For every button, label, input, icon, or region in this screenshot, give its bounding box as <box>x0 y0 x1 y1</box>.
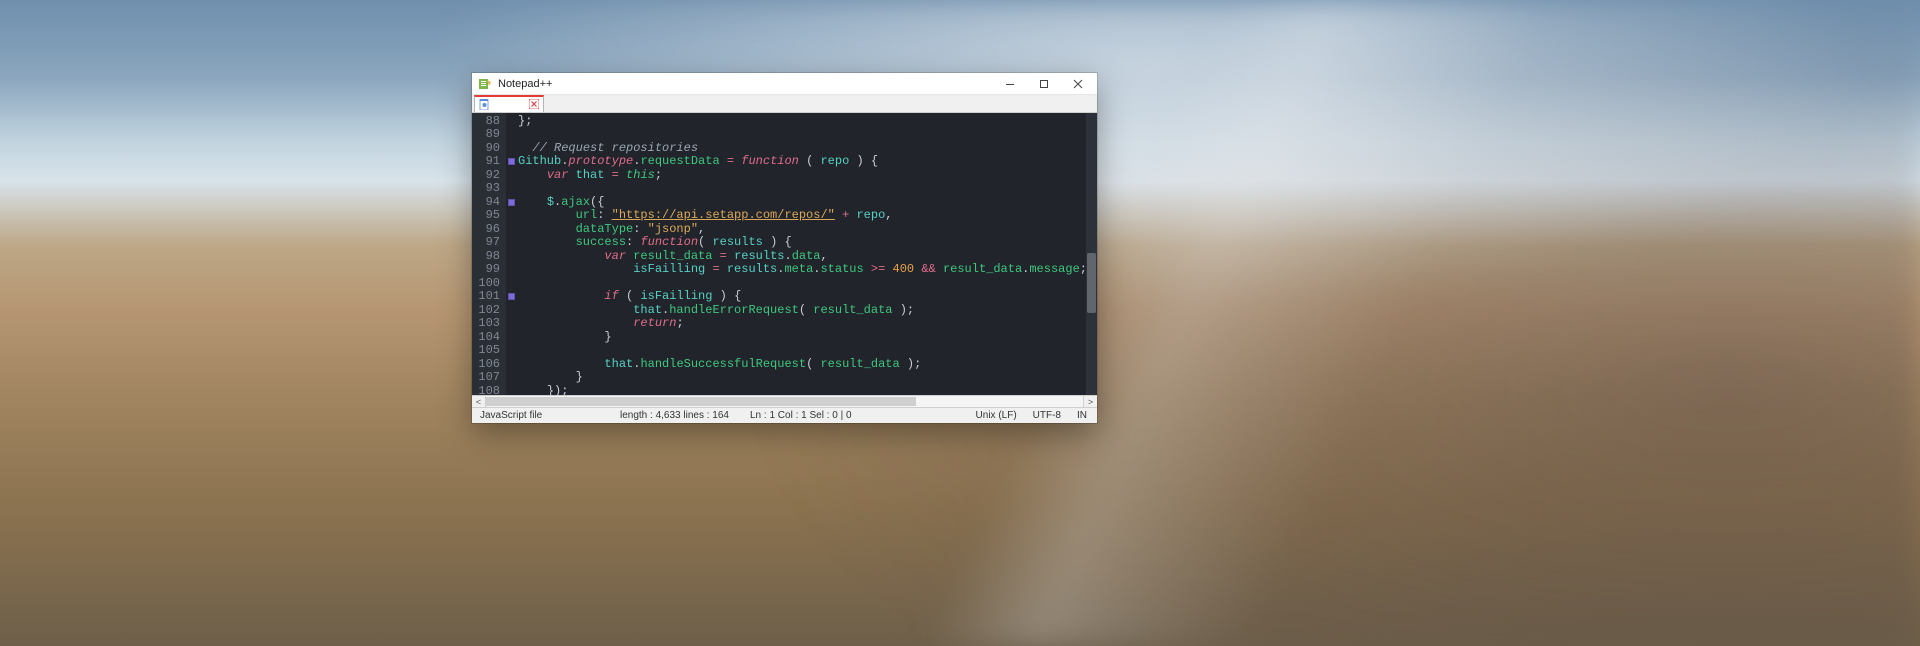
status-encoding: UTF-8 <box>1025 410 1069 421</box>
fold-marker-icon[interactable] <box>508 158 515 165</box>
code-line[interactable]: isFailling = results.meta.status >= 400 … <box>518 263 1086 277</box>
status-eol: Unix (LF) <box>968 410 1025 421</box>
code-line[interactable] <box>518 128 1086 142</box>
status-insert-mode: IN <box>1069 410 1097 421</box>
line-number: 105 <box>476 344 500 358</box>
code-line[interactable]: // Request repositories <box>518 142 1086 156</box>
status-bar: JavaScript file length : 4,633 lines : 1… <box>472 407 1097 423</box>
file-icon <box>479 99 490 110</box>
code-line[interactable]: } <box>518 371 1086 385</box>
line-number: 89 <box>476 128 500 142</box>
line-number: 99 <box>476 263 500 277</box>
notepad-window: Notepad++ <box>472 73 1097 423</box>
document-tab[interactable] <box>474 95 544 112</box>
status-position: Ln : 1 Col : 1 Sel : 0 | 0 <box>742 410 892 421</box>
code-line[interactable]: } <box>518 331 1086 345</box>
line-number: 91 <box>476 155 500 169</box>
app-icon <box>478 77 492 91</box>
horizontal-scrollbar[interactable]: < > <box>472 395 1097 407</box>
line-number: 102 <box>476 304 500 318</box>
close-button[interactable] <box>1061 73 1095 95</box>
titlebar[interactable]: Notepad++ <box>472 73 1097 95</box>
line-number-gutter: 8889909192939495969798991001011021031041… <box>472 113 506 396</box>
line-number: 103 <box>476 317 500 331</box>
code-line[interactable]: success: function( results ) { <box>518 236 1086 250</box>
line-number: 92 <box>476 169 500 183</box>
code-line[interactable]: var that = this; <box>518 169 1086 183</box>
status-length: length : 4,633 lines : 164 <box>612 410 742 421</box>
maximize-button[interactable] <box>1027 73 1061 95</box>
code-line[interactable] <box>518 277 1086 291</box>
line-number: 107 <box>476 371 500 385</box>
code-line[interactable] <box>518 182 1086 196</box>
horizontal-scrollbar-thumb[interactable] <box>486 397 916 406</box>
horizontal-scroll-track[interactable] <box>486 396 1083 407</box>
code-line[interactable]: var result_data = results.data, <box>518 250 1086 264</box>
line-number: 101 <box>476 290 500 304</box>
code-line[interactable]: url: "https://api.setapp.com/repos/" + r… <box>518 209 1086 223</box>
code-line[interactable]: $.ajax({ <box>518 196 1086 210</box>
code-line[interactable]: that.handleSuccessfulRequest( result_dat… <box>518 358 1086 372</box>
code-line[interactable]: dataType: "jsonp", <box>518 223 1086 237</box>
scroll-right-icon[interactable]: > <box>1083 396 1097 407</box>
window-title: Notepad++ <box>498 78 552 90</box>
fold-marker-icon[interactable] <box>508 199 515 206</box>
tab-close-icon[interactable] <box>529 99 539 109</box>
minimize-button[interactable] <box>993 73 1027 95</box>
line-number: 106 <box>476 358 500 372</box>
line-number: 97 <box>476 236 500 250</box>
vertical-scrollbar[interactable] <box>1086 113 1097 396</box>
fold-column <box>506 113 516 396</box>
line-number: 98 <box>476 250 500 264</box>
line-number: 94 <box>476 196 500 210</box>
tab-bar <box>472 95 1097 113</box>
fold-marker-icon[interactable] <box>508 293 515 300</box>
code-area[interactable]: }; // Request repositoriesGithub.prototy… <box>516 113 1086 396</box>
line-number: 95 <box>476 209 500 223</box>
line-number: 100 <box>476 277 500 291</box>
editor: 8889909192939495969798991001011021031041… <box>472 113 1097 423</box>
code-line[interactable]: Github.prototype.requestData = function … <box>518 155 1086 169</box>
line-number: 104 <box>476 331 500 345</box>
code-line[interactable]: }); <box>518 385 1086 396</box>
line-number: 88 <box>476 115 500 129</box>
code-line[interactable]: that.handleErrorRequest( result_data ); <box>518 304 1086 318</box>
code-line[interactable]: }; <box>518 115 1086 129</box>
status-filetype: JavaScript file <box>472 410 612 421</box>
code-line[interactable]: return; <box>518 317 1086 331</box>
code-line[interactable] <box>518 344 1086 358</box>
line-number: 90 <box>476 142 500 156</box>
code-line[interactable]: if ( isFailling ) { <box>518 290 1086 304</box>
line-number: 96 <box>476 223 500 237</box>
vertical-scrollbar-thumb[interactable] <box>1087 253 1096 313</box>
line-number: 93 <box>476 182 500 196</box>
